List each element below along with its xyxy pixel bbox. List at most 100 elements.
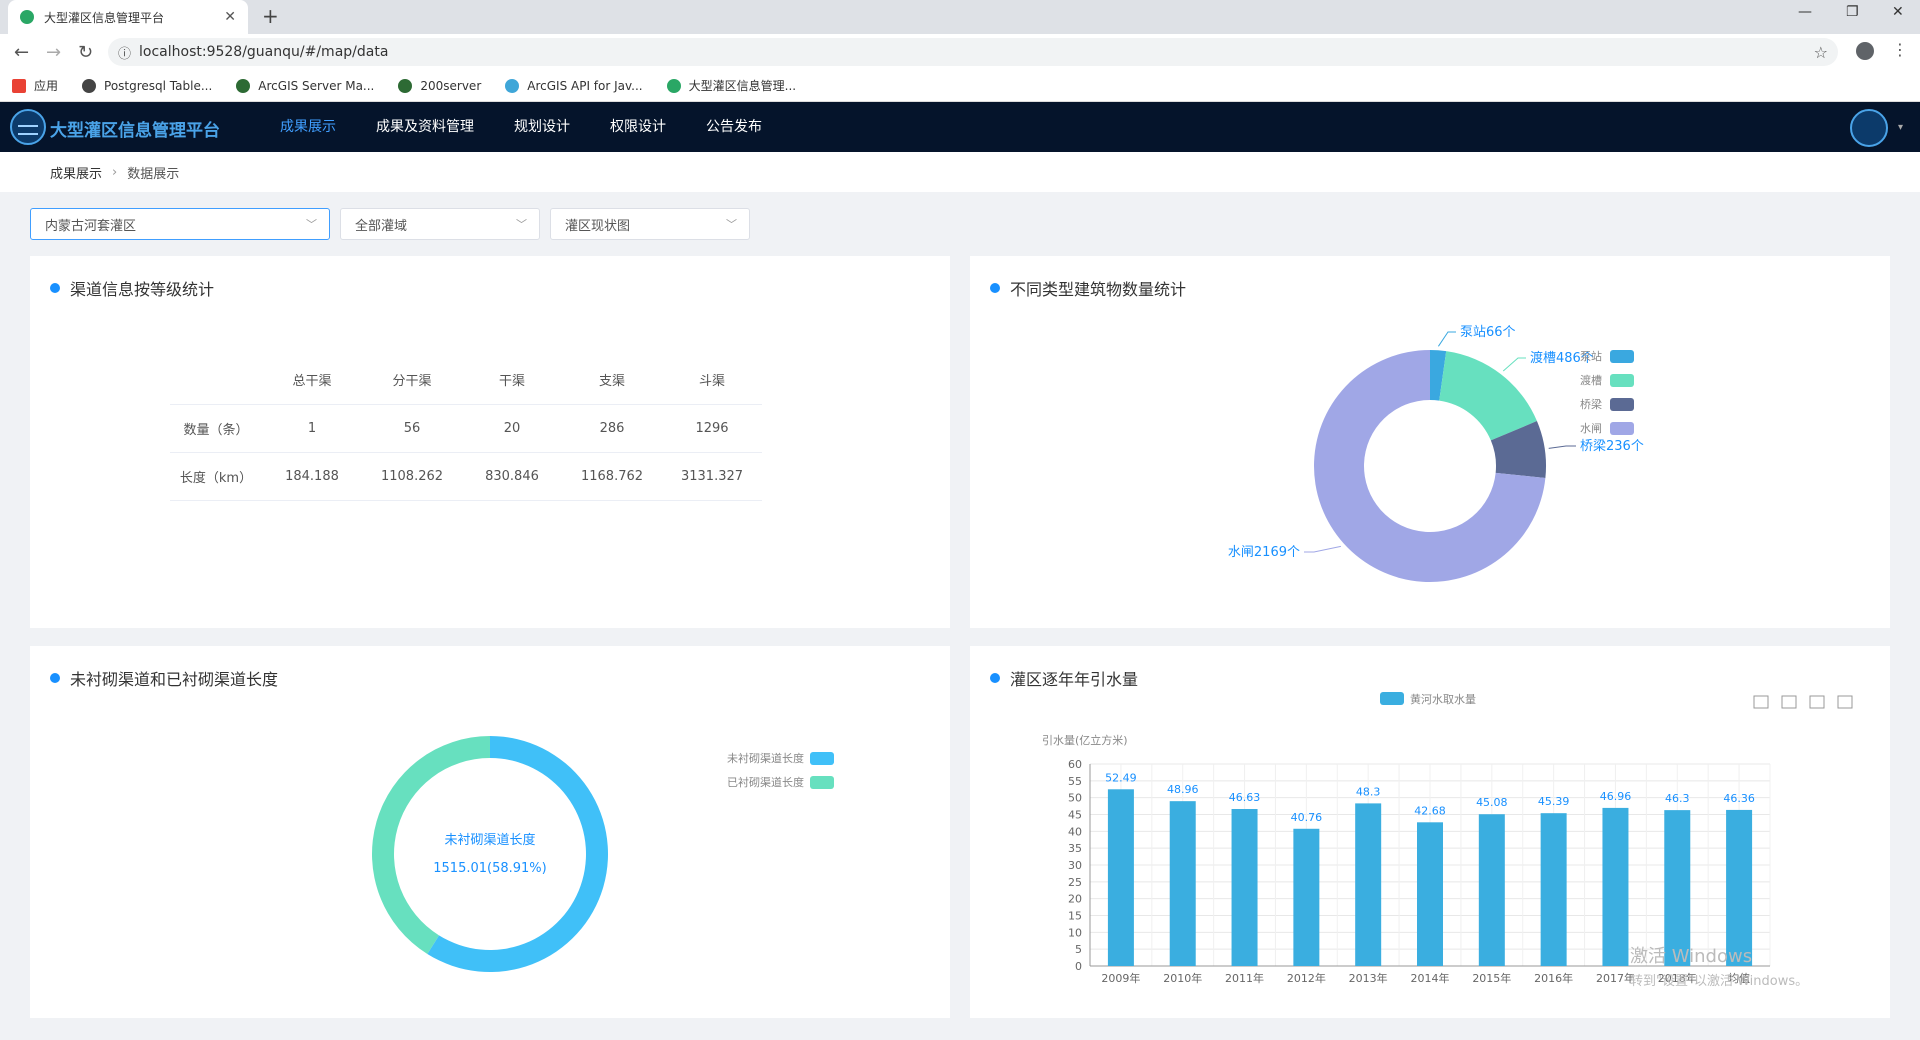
legend-swatch[interactable] bbox=[810, 776, 834, 789]
bar[interactable] bbox=[1355, 803, 1382, 966]
restore-icon[interactable]: ❐ bbox=[1846, 4, 1859, 20]
address-bar: ← → ↻ ⓘ localhost:9528/guanqu/#/map/data… bbox=[0, 34, 1920, 70]
site-info-icon[interactable]: ⓘ bbox=[118, 43, 131, 62]
bar[interactable] bbox=[1169, 801, 1196, 966]
table-header: 分干渠 bbox=[362, 356, 462, 405]
row-label: 数量（条） bbox=[170, 404, 262, 453]
nav-planning-design[interactable]: 规划设计 bbox=[494, 102, 590, 152]
data-label: 42.68 bbox=[1414, 804, 1446, 817]
download-icon[interactable] bbox=[1837, 695, 1853, 709]
chevron-down-icon: ﹀ bbox=[726, 218, 737, 231]
y-tick-label: 35 bbox=[1068, 842, 1082, 855]
pie-slice[interactable] bbox=[427, 736, 609, 972]
table-header: 总干渠 bbox=[262, 356, 362, 405]
legend-swatch[interactable] bbox=[1610, 374, 1634, 387]
nav-permission-design[interactable]: 权限设计 bbox=[590, 102, 686, 152]
label-leader-line bbox=[1304, 545, 1341, 553]
arcgis-api-icon bbox=[505, 78, 520, 93]
bookmark-apps[interactable]: 应用 bbox=[12, 77, 58, 94]
account-icon[interactable] bbox=[1856, 42, 1874, 60]
restore-icon[interactable] bbox=[1809, 695, 1825, 709]
table-header: 斗渠 bbox=[662, 356, 762, 405]
table-cell: 1108.262 bbox=[362, 452, 462, 501]
bookmark-item[interactable]: Postgresql Table... bbox=[82, 78, 212, 93]
bookmark-item[interactable]: 大型灌区信息管理... bbox=[666, 77, 796, 94]
bar[interactable] bbox=[1540, 813, 1567, 966]
label-leader-line bbox=[1548, 445, 1576, 449]
close-window-icon[interactable]: ✕ bbox=[1892, 4, 1904, 20]
bookmark-item[interactable]: ArcGIS Server Ma... bbox=[236, 78, 374, 93]
table-cell: 1 bbox=[262, 404, 362, 453]
y-tick-label: 20 bbox=[1068, 893, 1082, 906]
nav-results-display[interactable]: 成果展示 bbox=[260, 102, 356, 152]
line-chart-icon[interactable] bbox=[1753, 695, 1769, 709]
domain-select[interactable]: 全部灌域 ﹀ bbox=[340, 208, 540, 240]
y-tick-label: 30 bbox=[1068, 859, 1082, 872]
reload-icon[interactable]: ↻ bbox=[78, 42, 93, 63]
bookmark-star-icon[interactable]: ☆ bbox=[1814, 43, 1828, 62]
bookmark-item[interactable]: 200server bbox=[398, 78, 481, 93]
x-tick-label: 2015年 bbox=[1472, 971, 1511, 985]
panel-building-stats: 不同类型建筑物数量统计 泵站66个 渡槽486个 桥梁236个 水闸2169个 泵站 渡槽… bbox=[970, 256, 1890, 628]
bar[interactable] bbox=[1231, 809, 1258, 966]
y-tick-label: 40 bbox=[1068, 825, 1082, 838]
table-cell: 1168.762 bbox=[562, 452, 662, 501]
data-label: 52.49 bbox=[1105, 771, 1137, 784]
panel-water-intake: 灌区逐年年引水量 黄河水取水量 引水量(亿立方米) 0 5 10 15 20 25 30 35 40… bbox=[970, 646, 1890, 1018]
y-tick-label: 5 bbox=[1075, 943, 1082, 956]
pie-slice[interactable] bbox=[1439, 351, 1537, 441]
table-cell: 56 bbox=[362, 404, 462, 453]
table-cell: 830.846 bbox=[462, 452, 562, 501]
y-tick-label: 55 bbox=[1068, 775, 1082, 788]
main-nav: 成果展示 成果及资料管理 规划设计 权限设计 公告发布 bbox=[260, 102, 782, 152]
apps-grid-icon bbox=[12, 78, 26, 93]
area-select[interactable]: 内蒙古河套灌区 ﹀ bbox=[30, 208, 330, 240]
new-tab-icon[interactable]: + bbox=[262, 4, 279, 28]
url-text: localhost:9528/guanqu/#/map/data bbox=[139, 44, 389, 60]
close-tab-icon[interactable]: ✕ bbox=[224, 9, 236, 25]
legend-label: 渡槽 bbox=[1580, 373, 1602, 387]
app-favicon-icon bbox=[666, 78, 681, 93]
legend-swatch[interactable] bbox=[1610, 398, 1634, 411]
bar[interactable] bbox=[1602, 807, 1629, 966]
bar-chart-icon[interactable] bbox=[1781, 695, 1797, 709]
legend-swatch[interactable] bbox=[810, 752, 834, 765]
browser-menu-icon[interactable]: ⋮ bbox=[1892, 40, 1908, 59]
chevron-down-icon[interactable]: ▾ bbox=[1898, 122, 1903, 133]
browser-tab[interactable]: 大型灌区信息管理平台 ✕ bbox=[8, 0, 248, 34]
table-row: 长度（km） 184.188 1108.262 830.846 1168.762 3131… bbox=[170, 452, 762, 501]
data-label: 40.76 bbox=[1291, 811, 1323, 824]
legend-swatch[interactable] bbox=[1610, 422, 1634, 435]
panel-title: 渠道信息按等级统计 bbox=[70, 280, 215, 299]
minimize-icon[interactable]: — bbox=[1798, 4, 1812, 20]
chevron-right-icon: › bbox=[112, 164, 118, 180]
nav-announcements[interactable]: 公告发布 bbox=[686, 102, 782, 152]
url-field[interactable]: ⓘ localhost:9528/guanqu/#/map/data ☆ bbox=[108, 38, 1838, 66]
legend-swatch[interactable] bbox=[1610, 350, 1634, 363]
bar[interactable] bbox=[1478, 814, 1505, 966]
legend-swatch[interactable] bbox=[1380, 692, 1404, 705]
user-avatar[interactable] bbox=[1850, 109, 1888, 147]
bar[interactable] bbox=[1107, 789, 1134, 966]
y-tick-label: 45 bbox=[1068, 809, 1082, 822]
table-cell: 286 bbox=[562, 404, 662, 453]
bar[interactable] bbox=[1293, 828, 1320, 966]
back-icon[interactable]: ← bbox=[14, 42, 29, 63]
panel-lining: 未衬砌渠道和已衬砌渠道长度 未衬砌渠道长度 1515.01(58.91%) 未衬砌渠… bbox=[30, 646, 950, 1018]
forward-icon[interactable]: → bbox=[46, 42, 61, 63]
y-axis-label: 引水量(亿立方米) bbox=[1042, 733, 1128, 747]
x-tick-label: 2013年 bbox=[1349, 971, 1388, 985]
globe-icon bbox=[82, 78, 97, 93]
nav-results-management[interactable]: 成果及资料管理 bbox=[356, 102, 494, 152]
breadcrumb-item-results[interactable]: 成果展示 bbox=[50, 163, 102, 182]
slice-label: 桥梁236个 bbox=[1580, 439, 1644, 454]
x-tick-label: 2012年 bbox=[1287, 971, 1326, 985]
map-select[interactable]: 灌区现状图 ﹀ bbox=[550, 208, 750, 240]
channel-stats-table: 总干渠 分干渠 干渠 支渠 斗渠 数量（条） 1 56 20 286 1296 长度（km） 184.… bbox=[170, 356, 762, 501]
bookmark-item[interactable]: ArcGIS API for Jav... bbox=[505, 78, 643, 93]
x-tick-label: 2016年 bbox=[1534, 971, 1573, 985]
label-leader-line bbox=[1437, 331, 1456, 347]
legend-label: 黄河水取水量 bbox=[1410, 692, 1476, 706]
data-label: 45.39 bbox=[1538, 795, 1570, 808]
bar[interactable] bbox=[1417, 822, 1443, 966]
